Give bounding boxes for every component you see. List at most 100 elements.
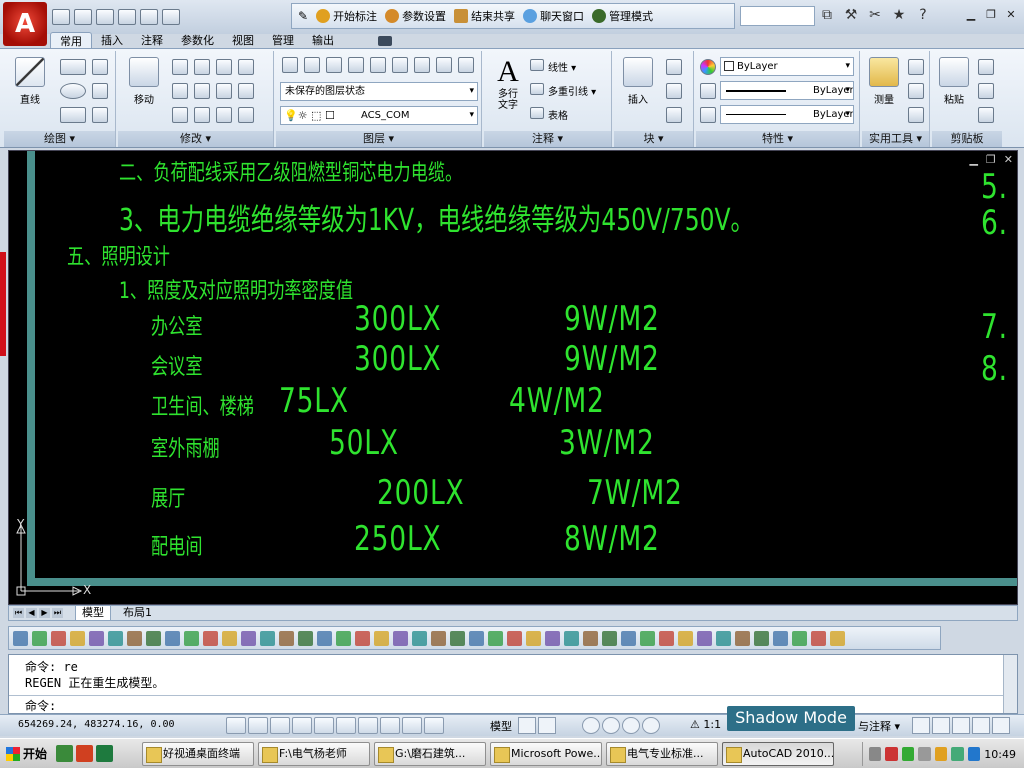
panel-annotation-label[interactable]: 注释 ▾: [484, 131, 611, 147]
ortho-toggle[interactable]: [270, 717, 290, 734]
layer-lock-icon[interactable]: [414, 57, 430, 73]
collab-settings-button[interactable]: 参数设置: [385, 8, 446, 24]
cut-icon[interactable]: [978, 59, 994, 75]
drawing-restore-icon[interactable]: ❐: [986, 153, 996, 166]
star-icon[interactable]: ★: [890, 7, 908, 23]
toolbar-tool-icon[interactable]: [32, 630, 47, 646]
next-tab-icon[interactable]: ▶: [39, 608, 50, 618]
panel-layers-label[interactable]: 图层 ▾: [276, 131, 481, 147]
panel-properties-label[interactable]: 特性 ▾: [696, 131, 859, 147]
id-point-icon[interactable]: [908, 107, 924, 123]
tray-app3-icon[interactable]: [934, 747, 948, 761]
layer-walk-icon[interactable]: [458, 57, 474, 73]
toolbar-tool-icon[interactable]: [165, 630, 180, 646]
toolbar-tool-icon[interactable]: [659, 630, 674, 646]
layer-isolate-icon[interactable]: [348, 57, 364, 73]
showmotion-icon[interactable]: [642, 717, 660, 734]
rectangle-icon[interactable]: [92, 83, 108, 99]
start-button[interactable]: 开始: [2, 742, 50, 766]
copy-clip-icon[interactable]: [978, 83, 994, 99]
minimize-icon[interactable]: ▁: [962, 6, 980, 24]
status-menu-icon[interactable]: [992, 717, 1010, 734]
hatch-icon[interactable]: [92, 107, 108, 123]
quickview-layouts-icon[interactable]: [518, 717, 536, 734]
toolbar-tool-icon[interactable]: [583, 630, 598, 646]
mirror-icon[interactable]: [172, 83, 188, 99]
circle-icon[interactable]: [60, 83, 86, 99]
trim-icon[interactable]: [216, 59, 232, 75]
lineweight-toggle[interactable]: [402, 717, 422, 734]
collab-pin-icon[interactable]: ✎: [298, 9, 308, 23]
tray-app2-icon[interactable]: [901, 747, 915, 761]
collab-start-annotate-button[interactable]: 开始标注: [316, 8, 377, 24]
search-input[interactable]: [740, 6, 815, 26]
panel-draw-label[interactable]: 绘图 ▾: [4, 131, 115, 147]
coordinate-readout[interactable]: 654269.24, 483274.16, 0.00: [18, 719, 175, 730]
toolbar-tool-icon[interactable]: [754, 630, 769, 646]
panel-block-label[interactable]: 块 ▾: [614, 131, 693, 147]
line-button[interactable]: 直线: [10, 57, 50, 106]
workspace-icon[interactable]: [932, 717, 950, 734]
collab-chat-button[interactable]: 聊天窗口: [523, 8, 584, 24]
task-powerpoint[interactable]: Microsoft Powe...: [490, 742, 602, 766]
toolbar-tool-icon[interactable]: [469, 630, 484, 646]
network-icon[interactable]: [918, 747, 931, 761]
dyn-toggle[interactable]: [380, 717, 400, 734]
toolbar-tool-icon[interactable]: [830, 630, 845, 646]
toolbar-tool-icon[interactable]: [450, 630, 465, 646]
toolbar-tool-icon[interactable]: [412, 630, 427, 646]
toolbar-tool-icon[interactable]: [735, 630, 750, 646]
toolbar-tool-icon[interactable]: [241, 630, 256, 646]
toolbar-tool-icon[interactable]: [374, 630, 389, 646]
tab-model[interactable]: 模型: [75, 606, 111, 621]
rotate-icon[interactable]: [194, 59, 210, 75]
toolbar-tool-icon[interactable]: [108, 630, 123, 646]
polar-toggle[interactable]: [292, 717, 312, 734]
otrack-toggle[interactable]: [336, 717, 356, 734]
tools-icon[interactable]: ✂: [866, 7, 884, 23]
fillet-icon[interactable]: [238, 83, 254, 99]
toolbar-tool-icon[interactable]: [564, 630, 579, 646]
toolbar-tool-icon[interactable]: [621, 630, 636, 646]
clean-screen-icon[interactable]: [972, 717, 990, 734]
erase-icon[interactable]: [172, 107, 188, 123]
toolbar-tool-icon[interactable]: [431, 630, 446, 646]
last-tab-icon[interactable]: ⏭: [52, 608, 63, 618]
open-file-icon[interactable]: [74, 9, 92, 25]
toolbar-tool-icon[interactable]: [602, 630, 617, 646]
task-video-client[interactable]: 好视通桌面终端: [142, 742, 254, 766]
linetype-icon[interactable]: [700, 83, 716, 99]
layer-freeze-icon[interactable]: [370, 57, 386, 73]
layer-previous-icon[interactable]: [304, 57, 320, 73]
toolbar-tool-icon[interactable]: [184, 630, 199, 646]
edit-attributes-icon[interactable]: [666, 107, 682, 123]
prev-tab-icon[interactable]: ◀: [26, 608, 37, 618]
multileader-button[interactable]: 多重引线 ▾: [548, 83, 596, 98]
task-folder-building[interactable]: G:\磨石建筑...: [374, 742, 486, 766]
toolbar-tool-icon[interactable]: [545, 630, 560, 646]
scale-icon[interactable]: [194, 83, 210, 99]
toolbar-tool-icon[interactable]: [773, 630, 788, 646]
toolbar-tool-icon[interactable]: [13, 630, 28, 646]
lock-ui-icon[interactable]: [912, 717, 930, 734]
tray-app1-icon[interactable]: [885, 747, 898, 761]
ducs-toggle[interactable]: [358, 717, 378, 734]
insert-block-button[interactable]: 插入: [618, 57, 658, 106]
toolbar-tool-icon[interactable]: [792, 630, 807, 646]
toolbar-tool-icon[interactable]: [716, 630, 731, 646]
ribbon-minimize-icon[interactable]: [378, 36, 392, 46]
save-icon[interactable]: [96, 9, 114, 25]
toolbar-tool-icon[interactable]: [127, 630, 142, 646]
first-tab-icon[interactable]: ⏮: [13, 608, 24, 618]
redo-icon[interactable]: [140, 9, 158, 25]
toolbar-tool-icon[interactable]: [51, 630, 66, 646]
new-file-icon[interactable]: [52, 9, 70, 25]
pan-icon[interactable]: [582, 717, 600, 734]
quick-select-icon[interactable]: [908, 59, 924, 75]
toolbar-tool-icon[interactable]: [393, 630, 408, 646]
volume-icon[interactable]: [951, 747, 964, 761]
edit-block-icon[interactable]: [666, 83, 682, 99]
layer-properties-icon[interactable]: [282, 57, 298, 73]
application-menu-button[interactable]: A: [3, 2, 47, 46]
undo-icon[interactable]: [118, 9, 136, 25]
